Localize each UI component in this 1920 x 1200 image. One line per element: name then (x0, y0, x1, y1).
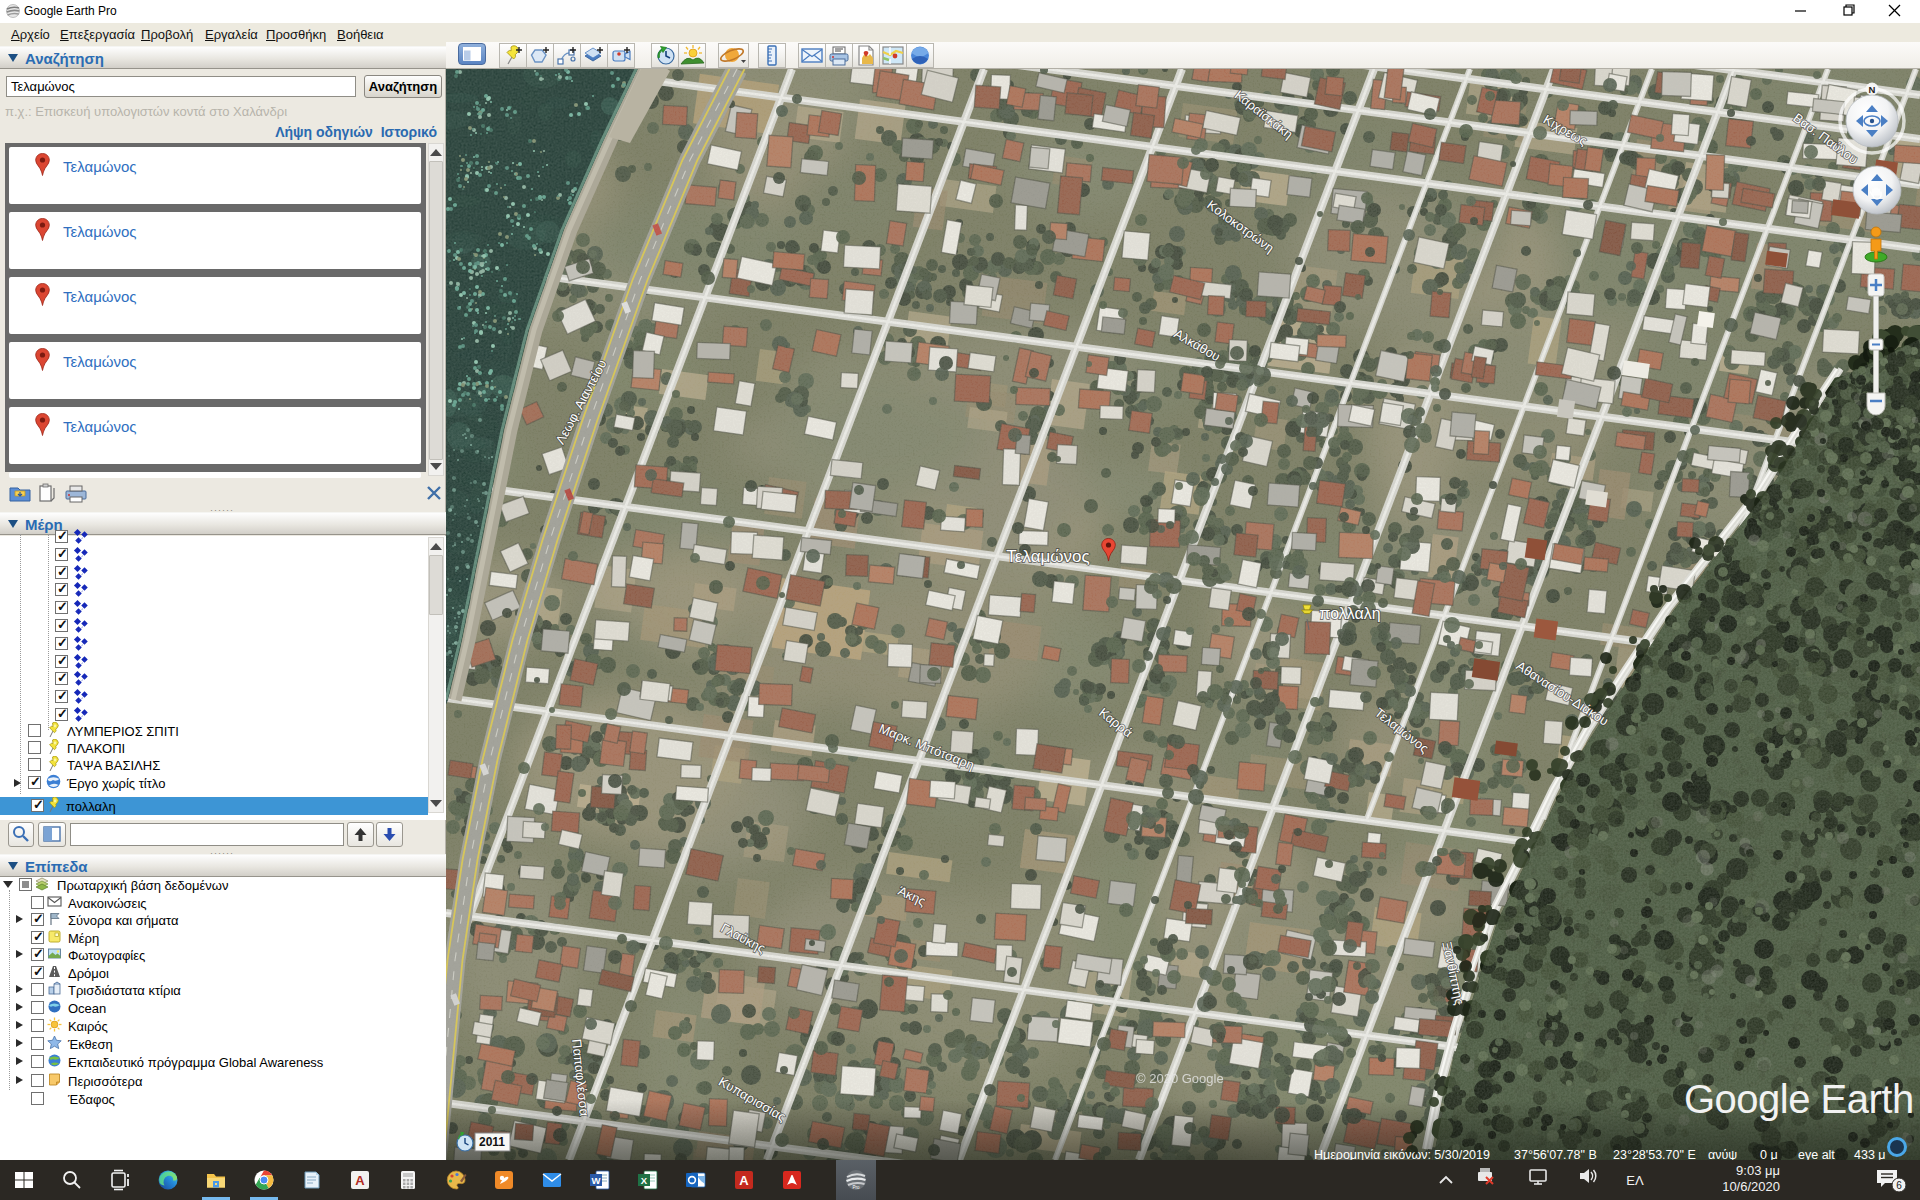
svg-text:πολλαλη: πολλαλη (1319, 605, 1380, 622)
svg-text:eye alt: eye alt (1798, 1148, 1835, 1160)
svg-text:W: W (592, 1175, 601, 1186)
svg-text:Pro: Pro (852, 1185, 860, 1190)
svg-text:Google Earth: Google Earth (1684, 1077, 1914, 1121)
svg-text:Τελαμώνος: Τελαμώνος (1006, 547, 1089, 566)
svg-text:Ημερομηνία εικόνων: 5/30/2019: Ημερομηνία εικόνων: 5/30/2019 (1314, 1148, 1490, 1160)
svg-text:N: N (1869, 84, 1876, 95)
svg-text:0 μ: 0 μ (1760, 1148, 1778, 1160)
svg-text:2011: 2011 (479, 1135, 505, 1149)
svg-text:A: A (355, 1173, 365, 1188)
svg-text:23°28'53.70" Ε: 23°28'53.70" Ε (1613, 1148, 1696, 1160)
svg-text:37°56'07.78" Β: 37°56'07.78" Β (1514, 1148, 1597, 1160)
svg-text:A: A (739, 1173, 749, 1188)
svg-text:433 μ: 433 μ (1854, 1148, 1886, 1160)
svg-text:ανύψ: ανύψ (1708, 1148, 1737, 1160)
svg-text:6: 6 (1896, 1180, 1902, 1191)
svg-text:X: X (641, 1175, 648, 1186)
svg-text:ΕΛ: ΕΛ (1626, 1173, 1644, 1188)
svg-text:© 2020 Google: © 2020 Google (1136, 1071, 1224, 1086)
